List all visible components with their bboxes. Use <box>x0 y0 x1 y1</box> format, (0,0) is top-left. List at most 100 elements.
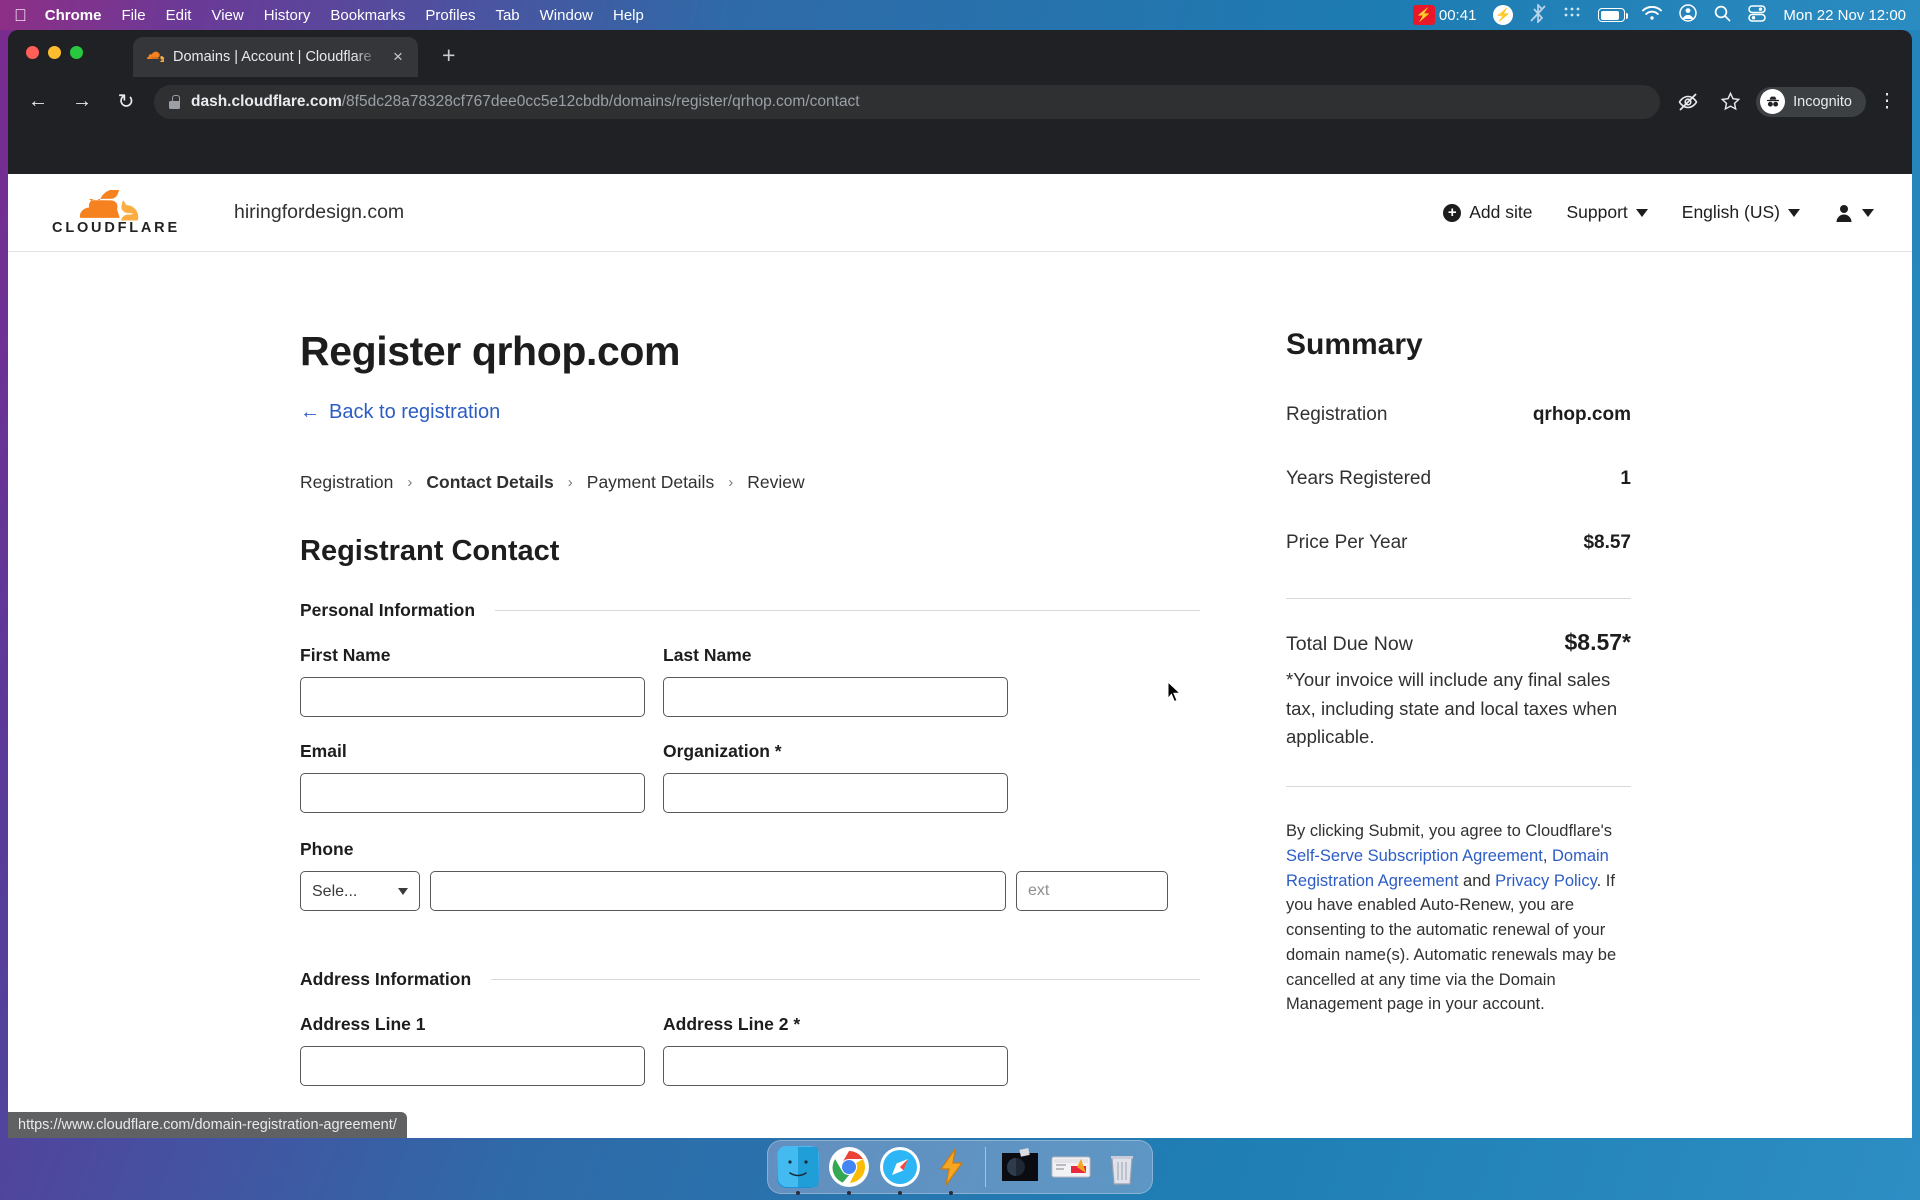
summary-label-registration: Registration <box>1286 404 1388 425</box>
menu-item-history[interactable]: History <box>264 7 311 24</box>
back-button[interactable]: ← <box>22 86 54 118</box>
menu-item-window[interactable]: Window <box>540 7 593 24</box>
first-name-field: First Name <box>300 645 645 717</box>
organization-input[interactable] <box>663 773 1008 813</box>
finder-icon[interactable] <box>777 1146 819 1195</box>
menubar-clock[interactable]: Mon 22 Nov 12:00 <box>1783 7 1906 24</box>
personal-information-section-header: Personal Information <box>300 600 1200 621</box>
breadcrumb-separator-icon: › <box>567 474 573 491</box>
control-center-icon[interactable] <box>1563 6 1581 24</box>
link-status-bar: https://www.cloudflare.com/domain-regist… <box>8 1112 407 1138</box>
browser-toolbar: ← → ↻ dash.cloudflare.com/8f5dc28a78328c… <box>8 77 1912 126</box>
email-label: Email <box>300 741 347 761</box>
maximize-window-button[interactable] <box>70 46 83 59</box>
personal-information-label: Personal Information <box>300 600 476 620</box>
breadcrumb-separator-icon: › <box>407 474 413 491</box>
safari-icon[interactable] <box>879 1146 921 1195</box>
breadcrumb-item-review[interactable]: Review <box>747 472 804 493</box>
close-tab-button[interactable]: × <box>388 47 408 67</box>
incognito-profile-chip[interactable]: Incognito <box>1756 86 1866 117</box>
url-text: dash.cloudflare.com/8f5dc28a78328cf767de… <box>191 93 860 111</box>
screen-recording-indicator[interactable]: ⚡ 00:41 <box>1412 5 1477 25</box>
url-host: dash.cloudflare.com <box>191 92 342 110</box>
user-menu[interactable] <box>1834 203 1874 223</box>
add-site-label: Add site <box>1469 202 1533 222</box>
menu-item-file[interactable]: File <box>121 7 145 24</box>
menu-item-help[interactable]: Help <box>613 7 644 24</box>
total-due-row: Total Due Now $8.57* <box>1286 629 1631 656</box>
self-serve-subscription-agreement-link[interactable]: Self-Serve Subscription Agreement <box>1286 847 1543 865</box>
arrow-left-icon: ← <box>300 401 320 423</box>
account-name[interactable]: hiringfordesign.com <box>234 201 404 224</box>
menu-item-chrome[interactable]: Chrome <box>45 7 102 24</box>
reload-button[interactable]: ↻ <box>110 86 142 118</box>
first-name-label: First Name <box>300 645 391 665</box>
apple-logo-icon[interactable]:  <box>14 7 27 24</box>
cloudflare-logo[interactable]: CLOUDFLARE <box>46 188 186 236</box>
language-label: English (US) <box>1681 202 1780 222</box>
summary-panel: Summary Registration qrhop.com Years Reg… <box>1286 328 1631 1138</box>
summary-value-registration: qrhop.com <box>1532 404 1631 425</box>
last-name-label: Last Name <box>663 645 752 665</box>
section-divider <box>495 610 1200 611</box>
wifi-icon[interactable] <box>1642 5 1663 25</box>
phone-extension-input[interactable] <box>1016 871 1168 911</box>
battery-icon[interactable] <box>1598 8 1629 22</box>
email-org-row: Email Organization * <box>300 741 1200 813</box>
email-field: Email <box>300 741 645 813</box>
summary-row-years: Years Registered 1 <box>1286 468 1631 490</box>
language-menu[interactable]: English (US) <box>1682 202 1800 223</box>
address-bar[interactable]: dash.cloudflare.com/8f5dc28a78328cf767de… <box>154 84 1661 119</box>
last-name-input[interactable] <box>663 677 1008 717</box>
section-divider <box>491 979 1200 980</box>
window-traffic-lights <box>26 46 83 59</box>
breadcrumb-item-payment-details[interactable]: Payment Details <box>587 472 714 493</box>
bookmark-star-icon[interactable] <box>1714 86 1746 118</box>
recording-timer: 00:41 <box>1438 6 1477 24</box>
lightning-icon[interactable] <box>930 1146 972 1195</box>
first-name-input[interactable] <box>300 677 645 717</box>
chrome-menu-icon[interactable]: ⋮ <box>1876 90 1898 113</box>
address-line-1-input[interactable] <box>300 1046 645 1086</box>
address-information-label: Address Information <box>300 969 472 989</box>
email-input[interactable] <box>300 773 645 813</box>
control-center-toggle-icon[interactable] <box>1748 4 1767 26</box>
hide-eye-icon[interactable] <box>1672 86 1704 118</box>
tab-title: Domains | Account | Cloudflare <box>173 49 372 65</box>
bolt-menu-icon[interactable]: ⚡ <box>1493 5 1514 25</box>
minimize-window-button[interactable] <box>48 46 61 59</box>
menu-item-bookmarks[interactable]: Bookmarks <box>330 7 405 24</box>
phone-country-select[interactable]: Sele... <box>300 871 420 911</box>
menu-item-tab[interactable]: Tab <box>495 7 519 24</box>
trash-icon[interactable] <box>1101 1146 1143 1188</box>
breadcrumb-item-registration[interactable]: Registration <box>300 472 393 493</box>
forward-button[interactable]: → <box>66 86 98 118</box>
user-account-icon[interactable] <box>1679 4 1698 26</box>
menu-item-profiles[interactable]: Profiles <box>425 7 475 24</box>
terminal-icon[interactable] <box>1050 1146 1092 1188</box>
cloudflare-favicon <box>147 49 166 66</box>
browser-tab[interactable]: Domains | Account | Cloudflare × <box>133 37 418 77</box>
recording-badge-icon: ⚡ <box>1412 5 1435 25</box>
screenshot-icon[interactable] <box>999 1146 1041 1188</box>
macos-menubar:  Chrome File Edit View History Bookmark… <box>0 0 1920 30</box>
bluetooth-off-icon[interactable] <box>1530 2 1547 27</box>
menu-item-edit[interactable]: Edit <box>166 7 192 24</box>
back-to-registration-link[interactable]: ← Back to registration <box>300 401 1200 424</box>
cloudflare-cloud-icon <box>78 188 154 222</box>
address-information-section-header: Address Information <box>300 969 1200 990</box>
menu-item-view[interactable]: View <box>211 7 243 24</box>
new-tab-button[interactable]: + <box>442 42 455 69</box>
spotlight-search-icon[interactable] <box>1714 5 1731 26</box>
close-window-button[interactable] <box>26 46 39 59</box>
support-menu[interactable]: Support <box>1566 202 1648 223</box>
chrome-icon[interactable] <box>828 1146 870 1195</box>
summary-row-registration: Registration qrhop.com <box>1286 404 1631 426</box>
add-site-button[interactable]: + Add site <box>1443 202 1532 223</box>
address-line-2-input[interactable] <box>663 1046 1008 1086</box>
legal-disclaimer: By clicking Submit, you agree to Cloudfl… <box>1286 819 1631 1017</box>
phone-number-input[interactable] <box>430 871 1006 911</box>
phone-field-group: Phone Sele... <box>300 839 1200 911</box>
privacy-policy-link[interactable]: Privacy Policy <box>1495 872 1596 890</box>
breadcrumb-item-contact-details[interactable]: Contact Details <box>426 472 553 493</box>
